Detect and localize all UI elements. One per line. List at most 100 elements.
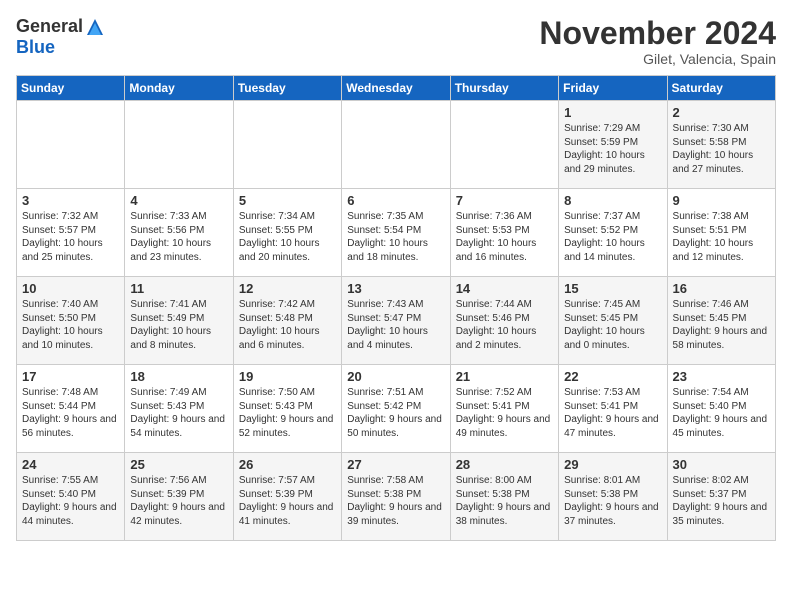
day-number: 16 — [673, 281, 770, 296]
table-row: 9Sunrise: 7:38 AMSunset: 5:51 PMDaylight… — [667, 189, 775, 277]
day-number: 17 — [22, 369, 119, 384]
table-row: 24 Sunrise: 7:55 AMSunset: 5:40 PMDayligh… — [17, 453, 125, 541]
cell-content: Sunrise: 7:45 AMSunset: 5:45 PMDaylight:… — [564, 298, 661, 352]
cell-content: Sunrise: 7:51 AMSunset: 5:42 PMDaylight:… — [347, 386, 444, 440]
calendar-header: Sunday Monday Tuesday Wednesday Thursday… — [17, 76, 776, 101]
day-number: 30 — [673, 457, 770, 472]
day-number: 25 — [130, 457, 227, 472]
cell-content: Sunrise: 7:46 AMSunset: 5:45 PMDaylight:… — [673, 298, 770, 352]
cell-content: Sunrise: 7:50 AMSunset: 5:43 PMDaylight:… — [239, 386, 336, 440]
cell-content: Sunrise: 7:35 AMSunset: 5:54 PMDaylight:… — [347, 210, 444, 264]
logo-icon — [85, 17, 105, 37]
day-number: 14 — [456, 281, 553, 296]
cell-content: Sunrise: 7:56 AMSunset: 5:39 PMDaylight:… — [130, 474, 227, 528]
cell-content: Sunrise: 7:34 AMSunset: 5:55 PMDaylight:… — [239, 210, 336, 264]
day-number: 21 — [456, 369, 553, 384]
table-row: 5 Sunrise: 7:34 AMSunset: 5:55 PMDaylight… — [233, 189, 341, 277]
table-row: 17 Sunrise: 7:48 AMSunset: 5:44 PMDayligh… — [17, 365, 125, 453]
cell-content: Sunrise: 7:52 AMSunset: 5:41 PMDaylight:… — [456, 386, 553, 440]
table-row: 20 Sunrise: 7:51 AMSunset: 5:42 PMDayligh… — [342, 365, 450, 453]
calendar-body: 1Sunrise: 7:29 AMSunset: 5:59 PMDaylight… — [17, 101, 776, 541]
table-row: 23Sunrise: 7:54 AMSunset: 5:40 PMDayligh… — [667, 365, 775, 453]
header-monday: Monday — [125, 76, 233, 101]
table-row: 28Sunrise: 8:00 AMSunset: 5:38 PMDayligh… — [450, 453, 558, 541]
cell-content: Sunrise: 7:41 AMSunset: 5:49 PMDaylight:… — [130, 298, 227, 352]
table-row: 13Sunrise: 7:43 AMSunset: 5:47 PMDayligh… — [342, 277, 450, 365]
weekday-header-row: Sunday Monday Tuesday Wednesday Thursday… — [17, 76, 776, 101]
day-number: 22 — [564, 369, 661, 384]
day-number: 7 — [456, 193, 553, 208]
table-row — [233, 101, 341, 189]
cell-content: Sunrise: 8:02 AMSunset: 5:37 PMDaylight:… — [673, 474, 770, 528]
cell-content: Sunrise: 7:32 AMSunset: 5:57 PMDaylight:… — [22, 210, 119, 264]
cell-content: Sunrise: 7:58 AMSunset: 5:38 PMDaylight:… — [347, 474, 444, 528]
logo: General Blue — [16, 16, 105, 58]
cell-content: Sunrise: 7:49 AMSunset: 5:43 PMDaylight:… — [130, 386, 227, 440]
table-row: 29 Sunrise: 8:01 AMSunset: 5:38 PMDayligh… — [559, 453, 667, 541]
day-number: 19 — [239, 369, 336, 384]
cell-content: Sunrise: 7:36 AMSunset: 5:53 PMDaylight:… — [456, 210, 553, 264]
day-number: 10 — [22, 281, 119, 296]
table-row — [125, 101, 233, 189]
day-number: 6 — [347, 193, 444, 208]
day-number: 1 — [564, 105, 661, 120]
table-row: 6 Sunrise: 7:35 AMSunset: 5:54 PMDaylight… — [342, 189, 450, 277]
day-number: 8 — [564, 193, 661, 208]
cell-content: Sunrise: 7:40 AMSunset: 5:50 PMDaylight:… — [22, 298, 119, 352]
cell-content: Sunrise: 7:33 AMSunset: 5:56 PMDaylight:… — [130, 210, 227, 264]
day-number: 20 — [347, 369, 444, 384]
day-number: 28 — [456, 457, 553, 472]
header-wednesday: Wednesday — [342, 76, 450, 101]
header-friday: Friday — [559, 76, 667, 101]
cell-content: Sunrise: 7:30 AMSunset: 5:58 PMDaylight:… — [673, 122, 770, 176]
table-row: 1Sunrise: 7:29 AMSunset: 5:59 PMDaylight… — [559, 101, 667, 189]
table-row: 11 Sunrise: 7:41 AMSunset: 5:49 PMDayligh… — [125, 277, 233, 365]
calendar-week-row: 1Sunrise: 7:29 AMSunset: 5:59 PMDaylight… — [17, 101, 776, 189]
day-number: 24 — [22, 457, 119, 472]
table-row: 15 Sunrise: 7:45 AMSunset: 5:45 PMDayligh… — [559, 277, 667, 365]
day-number: 5 — [239, 193, 336, 208]
cell-content: Sunrise: 7:53 AMSunset: 5:41 PMDaylight:… — [564, 386, 661, 440]
header-tuesday: Tuesday — [233, 76, 341, 101]
table-row: 19 Sunrise: 7:50 AMSunset: 5:43 PMDayligh… — [233, 365, 341, 453]
cell-content: Sunrise: 7:55 AMSunset: 5:40 PMDaylight:… — [22, 474, 119, 528]
table-row: 25 Sunrise: 7:56 AMSunset: 5:39 PMDayligh… — [125, 453, 233, 541]
logo-blue-text: Blue — [16, 37, 55, 58]
cell-content: Sunrise: 8:01 AMSunset: 5:38 PMDaylight:… — [564, 474, 661, 528]
table-row — [450, 101, 558, 189]
calendar-week-row: 17 Sunrise: 7:48 AMSunset: 5:44 PMDayligh… — [17, 365, 776, 453]
day-number: 11 — [130, 281, 227, 296]
table-row: 4 Sunrise: 7:33 AMSunset: 5:56 PMDaylight… — [125, 189, 233, 277]
day-number: 13 — [347, 281, 444, 296]
table-row: 14Sunrise: 7:44 AMSunset: 5:46 PMDayligh… — [450, 277, 558, 365]
table-row: 30 Sunrise: 8:02 AMSunset: 5:37 PMDayligh… — [667, 453, 775, 541]
day-number: 29 — [564, 457, 661, 472]
table-row: 7 Sunrise: 7:36 AMSunset: 5:53 PMDaylight… — [450, 189, 558, 277]
title-area: November 2024 Gilet, Valencia, Spain — [539, 16, 776, 67]
table-row — [17, 101, 125, 189]
calendar-week-row: 3 Sunrise: 7:32 AMSunset: 5:57 PMDaylight… — [17, 189, 776, 277]
table-row: 8 Sunrise: 7:37 AMSunset: 5:52 PMDaylight… — [559, 189, 667, 277]
cell-content: Sunrise: 7:37 AMSunset: 5:52 PMDaylight:… — [564, 210, 661, 264]
day-number: 26 — [239, 457, 336, 472]
day-number: 3 — [22, 193, 119, 208]
day-number: 4 — [130, 193, 227, 208]
cell-content: Sunrise: 7:57 AMSunset: 5:39 PMDaylight:… — [239, 474, 336, 528]
header-thursday: Thursday — [450, 76, 558, 101]
day-number: 15 — [564, 281, 661, 296]
table-row: 21 Sunrise: 7:52 AMSunset: 5:41 PMDayligh… — [450, 365, 558, 453]
header-saturday: Saturday — [667, 76, 775, 101]
table-row: 10 Sunrise: 7:40 AMSunset: 5:50 PMDayligh… — [17, 277, 125, 365]
table-row: 27 Sunrise: 7:58 AMSunset: 5:38 PMDayligh… — [342, 453, 450, 541]
location-text: Gilet, Valencia, Spain — [539, 51, 776, 67]
calendar-table: Sunday Monday Tuesday Wednesday Thursday… — [16, 75, 776, 541]
day-number: 27 — [347, 457, 444, 472]
cell-content: Sunrise: 7:42 AMSunset: 5:48 PMDaylight:… — [239, 298, 336, 352]
table-row: 12Sunrise: 7:42 AMSunset: 5:48 PMDayligh… — [233, 277, 341, 365]
page-header: General Blue November 2024 Gilet, Valenc… — [16, 16, 776, 67]
table-row: 22 Sunrise: 7:53 AMSunset: 5:41 PMDayligh… — [559, 365, 667, 453]
cell-content: Sunrise: 7:48 AMSunset: 5:44 PMDaylight:… — [22, 386, 119, 440]
calendar-week-row: 24 Sunrise: 7:55 AMSunset: 5:40 PMDayligh… — [17, 453, 776, 541]
day-number: 9 — [673, 193, 770, 208]
cell-content: Sunrise: 7:54 AMSunset: 5:40 PMDaylight:… — [673, 386, 770, 440]
